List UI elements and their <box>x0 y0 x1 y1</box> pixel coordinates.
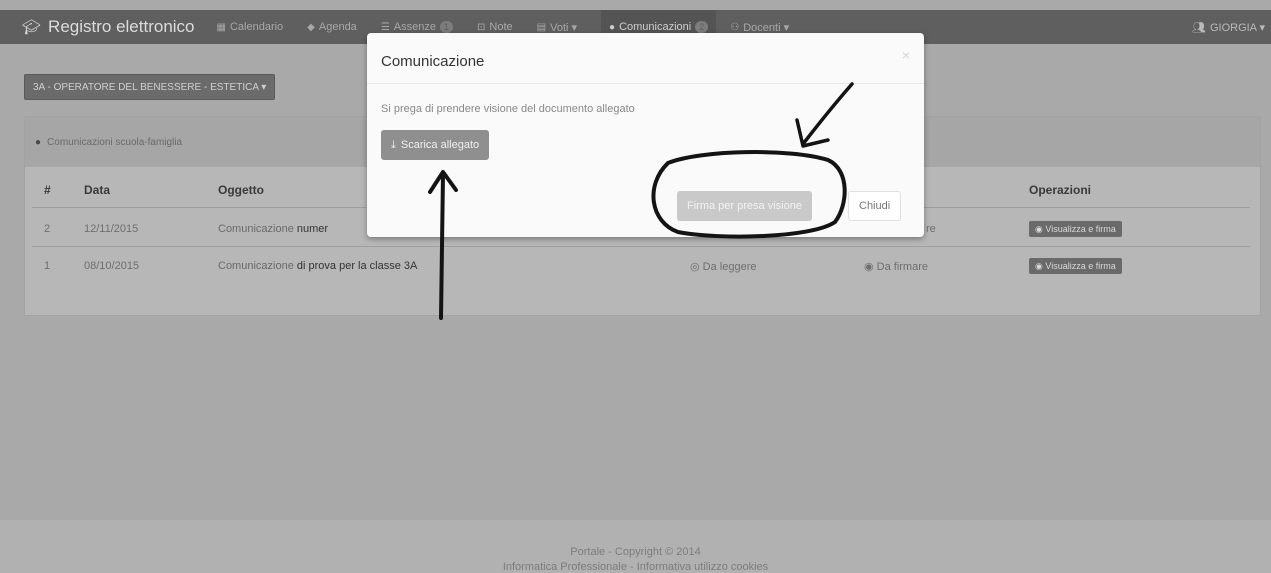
row-date: 12/11/2015 <box>84 223 139 235</box>
nav-label: Docenti ▾ <box>743 21 790 34</box>
nav-item-agenda[interactable]: ◆ Agenda <box>307 21 357 33</box>
nav-label: Voti ▾ <box>550 21 578 34</box>
users-icon: 👥︎ <box>1191 21 1206 34</box>
nav-item-calendario[interactable]: ▦ Calendario <box>217 21 284 33</box>
download-icon: ⤓ <box>391 138 396 151</box>
brand[interactable]: 🎓︎ Registro elettronico <box>22 17 195 37</box>
sign-icon: ◉ <box>864 261 877 273</box>
col-header-num: # <box>44 183 51 197</box>
row-subject-prefix: Comunicazione <box>218 260 294 272</box>
comment-icon: ● <box>609 21 616 33</box>
read-label: Da leggere <box>702 261 757 273</box>
user-name: GIORGIA ▾ <box>1209 21 1265 34</box>
row-subject-prefix: Comunicazione <box>218 223 294 235</box>
row-subject-rest: numer <box>296 223 329 235</box>
nav-label: Agenda <box>318 21 357 33</box>
nav-label: Note <box>489 21 513 33</box>
row-sign-status: ◉ Da firmare <box>864 260 928 273</box>
footer: Portale - Copyright © 2014 Informatica P… <box>0 520 1271 573</box>
nav-item-docenti[interactable]: ⚇ Docenti ▾ <box>730 21 789 34</box>
tag-icon: ◆ <box>307 21 315 33</box>
communication-modal: Comunicazione × Si prega di prendere vis… <box>367 33 924 237</box>
nav-label: Calendario <box>229 21 284 33</box>
list-icon: ☰ <box>380 21 390 33</box>
footer-cookies-link[interactable]: Informatica Professionale - Informativa … <box>0 560 1271 573</box>
col-header-operations: Operazioni <box>1029 183 1092 197</box>
user-menu[interactable]: 👥︎ GIORGIA ▾ <box>1192 10 1265 44</box>
modal-title: Comunicazione <box>381 53 485 70</box>
clip-icon: ⊡ <box>477 21 486 33</box>
comment-icon: ● <box>35 136 42 148</box>
view-sign-button[interactable]: ◉ Visualizza e firma <box>1029 258 1122 274</box>
close-button[interactable]: Chiudi <box>848 191 902 221</box>
row-read-status: ◎ Da leggere <box>690 260 756 273</box>
sign-label: Da firmare <box>876 261 928 273</box>
view-sign-button[interactable]: ◉ Visualizza e firma <box>1029 221 1122 237</box>
row-divider <box>32 246 1250 247</box>
row-subject[interactable]: Comunicazione di prova per la classe 3A <box>218 260 417 272</box>
brand-label: Registro elettronico <box>48 17 195 36</box>
col-header-date: Data <box>84 183 111 197</box>
nav-item-note[interactable]: ⊡ Note <box>477 21 513 33</box>
close-icon[interactable]: × <box>902 47 910 63</box>
panel-title: Comunicazioni scuola-famiglia <box>47 136 183 148</box>
read-icon: ◎ <box>690 261 703 273</box>
nav-item-assenze[interactable]: ☰ Assenze 1 <box>381 21 453 33</box>
calendar-icon: ▦ <box>216 21 226 33</box>
col-header-subject: Oggetto <box>218 183 264 197</box>
modal-divider <box>367 83 924 84</box>
row-num: 2 <box>44 223 51 235</box>
row-sign-status: re <box>926 223 936 235</box>
eye-icon: ◉ <box>1035 260 1046 271</box>
row-subject[interactable]: Comunicazione numer <box>218 223 328 235</box>
row-subject-rest: di prova per la classe 3A <box>296 260 418 272</box>
footer-copyright: Portale - Copyright © 2014 <box>570 546 701 558</box>
grades-icon: ▤ <box>536 21 547 33</box>
nav-label: Comunicazioni <box>619 21 692 33</box>
modal-body-text: Si prega di prendere visione del documen… <box>381 103 635 115</box>
view-sign-label: Visualizza e firma <box>1045 224 1116 234</box>
teachers-icon: ⚇ <box>730 21 740 33</box>
comunicazioni-badge: 2 <box>695 21 709 33</box>
class-selector[interactable]: 3A - OPERATORE DEL BENESSERE - ESTETICA … <box>24 74 276 100</box>
nav-item-voti[interactable]: ▤ Voti ▾ <box>537 21 577 34</box>
graduation-cap-icon: 🎓︎ <box>22 19 42 36</box>
download-label: Scarica allegato <box>400 139 480 151</box>
row-num: 1 <box>44 260 51 272</box>
row-date: 08/10/2015 <box>84 260 140 272</box>
download-attachment-button[interactable]: ⤓ Scarica allegato <box>381 130 490 160</box>
assenze-badge: 1 <box>439 21 453 33</box>
sign-acknowledgement-button[interactable]: Firma per presa visione <box>677 191 812 221</box>
nav-label: Assenze <box>393 21 436 33</box>
view-sign-label: Visualizza e firma <box>1045 261 1116 271</box>
eye-icon: ◉ <box>1035 223 1046 234</box>
